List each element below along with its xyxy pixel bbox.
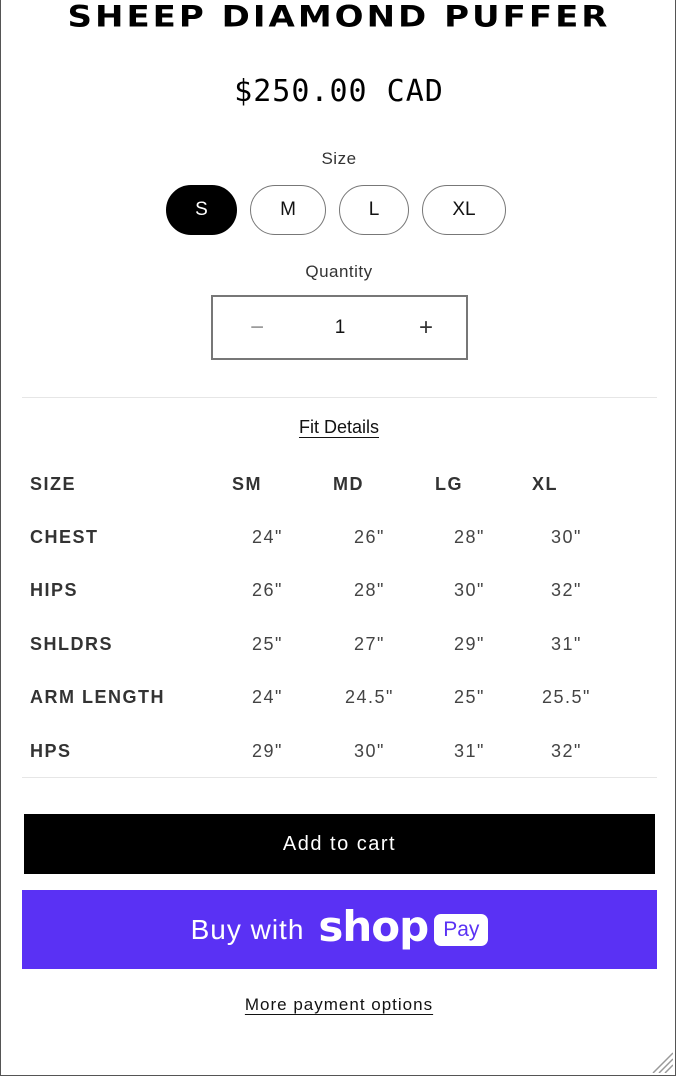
shop-logo: shop — [318, 902, 429, 951]
fit-header-sm: SM — [232, 474, 262, 494]
fit-measurement-cell: 30" — [551, 527, 582, 547]
fit-header-xl: XL — [532, 474, 559, 494]
shop-pay-badge: Pay — [434, 913, 489, 946]
fit-measurement-cell: 24" — [252, 687, 283, 707]
more-payment-options-link[interactable]: More payment options — [245, 995, 433, 1014]
fit-measurement-cell: 31" — [551, 634, 582, 654]
fit-measurement-cell: 30" — [454, 580, 485, 600]
shop-pay-button[interactable]: Buy with shop Pay — [22, 890, 657, 969]
fit-measurement-cell: 29" — [454, 634, 485, 654]
fit-measurement-cell: 30" — [354, 741, 385, 761]
product-form-panel: SHEEP DIAMOND PUFFER $250.00 CAD Size S … — [0, 0, 676, 1076]
resize-handle-icon[interactable] — [649, 1049, 673, 1073]
shop-pay-prefix: Buy with — [190, 913, 305, 945]
fit-row-label: CHEST — [30, 527, 99, 547]
fit-measurement-cell: 28" — [454, 527, 485, 547]
fit-measurement-cell: 31" — [454, 741, 485, 761]
fit-row-label: ARM LENGTH — [30, 687, 165, 707]
fit-header-md: MD — [333, 474, 364, 494]
fit-row-label: HPS — [30, 741, 72, 761]
fit-row-label: HIPS — [30, 580, 79, 600]
fit-measurement-cell: 26" — [252, 580, 283, 600]
fit-measurement-cell: 32" — [551, 580, 582, 600]
fit-measurement-cell: 27" — [354, 634, 385, 654]
fit-header-lg: LG — [435, 474, 463, 494]
add-to-cart-button[interactable]: Add to cart — [24, 814, 655, 874]
divider — [22, 777, 657, 778]
fit-measurement-cell: 24" — [252, 527, 283, 547]
fit-measurement-cell: 32" — [551, 741, 582, 761]
fit-measurement-cell: 28" — [354, 580, 385, 600]
fit-measurement-cell: 26" — [354, 527, 385, 547]
fit-measurement-cell: 29" — [252, 741, 283, 761]
fit-measurement-cell: 25" — [252, 634, 283, 654]
fit-measurement-cell: 24.5" — [345, 687, 394, 707]
fit-row-label: SHLDRS — [30, 634, 114, 654]
fit-measurement-cell: 25.5" — [542, 687, 591, 707]
more-payment-options-wrapper: More payment options — [1, 995, 676, 1015]
fit-measurement-cell: 25" — [454, 687, 485, 707]
fit-header-size: SIZE — [30, 474, 77, 494]
